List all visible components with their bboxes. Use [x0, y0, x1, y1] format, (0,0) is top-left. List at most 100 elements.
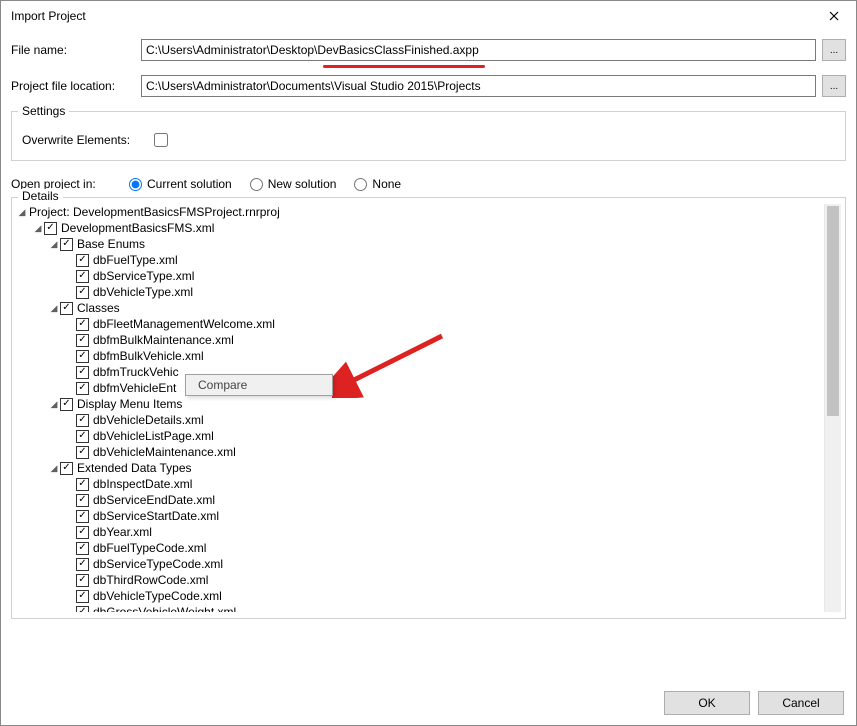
tree-label: dbVehicleTypeCode.xml: [92, 588, 222, 604]
tree-checkbox[interactable]: [76, 510, 89, 523]
tree-checkbox[interactable]: [76, 494, 89, 507]
tree-row[interactable]: ◢dbVehicleTypeCode.xml: [16, 588, 824, 604]
tree-row[interactable]: ◢dbfmTruckVehic: [16, 364, 824, 380]
tree-label: dbVehicleListPage.xml: [92, 428, 214, 444]
tree-checkbox[interactable]: [60, 462, 73, 475]
import-project-dialog: Import Project File name: ... Project fi…: [0, 0, 857, 726]
tree-label: dbServiceType.xml: [92, 268, 194, 284]
file-name-browse-button[interactable]: ...: [822, 39, 846, 61]
tree-row[interactable]: ◢dbfmBulkMaintenance.xml: [16, 332, 824, 348]
tree-row[interactable]: ◢ Classes: [16, 300, 824, 316]
tree-label: Classes: [76, 300, 120, 316]
overwrite-row: Overwrite Elements:: [22, 130, 835, 150]
tree-row[interactable]: ◢dbServiceType.xml: [16, 268, 824, 284]
tree-checkbox[interactable]: [60, 398, 73, 411]
details-group: Details ◢Project: DevelopmentBasicsFMSPr…: [11, 197, 846, 619]
tree-twisty-expanded[interactable]: ◢: [32, 220, 44, 236]
context-item-compare[interactable]: Compare: [186, 375, 332, 395]
radio-current-input[interactable]: [129, 178, 142, 191]
tree-row[interactable]: ◢dbfmBulkVehicle.xml: [16, 348, 824, 364]
tree-label: Extended Data Types: [76, 460, 192, 476]
tree-twisty-expanded[interactable]: ◢: [16, 204, 28, 220]
tree-checkbox[interactable]: [76, 590, 89, 603]
tree-checkbox[interactable]: [44, 222, 57, 235]
tree-row[interactable]: ◢dbFuelTypeCode.xml: [16, 540, 824, 556]
tree-row[interactable]: ◢dbVehicleType.xml: [16, 284, 824, 300]
tree-checkbox[interactable]: [76, 558, 89, 571]
cancel-button[interactable]: Cancel: [758, 691, 844, 715]
tree-checkbox[interactable]: [60, 238, 73, 251]
tree-checkbox[interactable]: [76, 526, 89, 539]
ok-button[interactable]: OK: [664, 691, 750, 715]
tree-row[interactable]: ◢dbServiceStartDate.xml: [16, 508, 824, 524]
tree-row[interactable]: ◢dbVehicleListPage.xml: [16, 428, 824, 444]
tree-checkbox[interactable]: [76, 606, 89, 613]
overwrite-checkbox[interactable]: [154, 133, 168, 147]
annotation-underline: [323, 65, 485, 68]
tree-row[interactable]: ◢ Display Menu Items: [16, 396, 824, 412]
tree-twisty-expanded[interactable]: ◢: [48, 300, 60, 316]
tree-row[interactable]: ◢dbfmVehicleEnt: [16, 380, 824, 396]
tree-twisty-expanded[interactable]: ◢: [48, 460, 60, 476]
file-name-input[interactable]: [141, 39, 816, 61]
tree-row[interactable]: ◢dbInspectDate.xml: [16, 476, 824, 492]
settings-legend: Settings: [18, 104, 69, 118]
radio-new-input[interactable]: [250, 178, 263, 191]
tree-checkbox[interactable]: [76, 478, 89, 491]
tree-label: dbServiceTypeCode.xml: [92, 556, 223, 572]
tree-checkbox[interactable]: [76, 318, 89, 331]
tree[interactable]: ◢Project: DevelopmentBasicsFMSProject.rn…: [16, 204, 824, 612]
tree-row[interactable]: ◢DevelopmentBasicsFMS.xml: [16, 220, 824, 236]
tree-checkbox[interactable]: [76, 446, 89, 459]
project-location-label: Project file location:: [11, 79, 141, 93]
radio-none-input[interactable]: [354, 178, 367, 191]
tree-row[interactable]: ◢dbFleetManagementWelcome.xml: [16, 316, 824, 332]
tree-row[interactable]: ◢dbVehicleDetails.xml: [16, 412, 824, 428]
form-area: File name: ... Project file location: ..…: [1, 31, 856, 627]
tree-label: dbVehicleMaintenance.xml: [92, 444, 236, 460]
tree-checkbox[interactable]: [76, 414, 89, 427]
tree-checkbox[interactable]: [76, 430, 89, 443]
tree-row[interactable]: ◢dbFuelType.xml: [16, 252, 824, 268]
tree-checkbox[interactable]: [76, 286, 89, 299]
tree-label: dbVehicleDetails.xml: [92, 412, 204, 428]
tree-label: dbfmBulkVehicle.xml: [92, 348, 204, 364]
tree-label: dbfmVehicleEnt: [92, 380, 176, 396]
radio-current-solution[interactable]: Current solution: [129, 177, 232, 191]
tree-label: Base Enums: [76, 236, 145, 252]
project-location-input[interactable]: [141, 75, 816, 97]
tree-row[interactable]: ◢dbThirdRowCode.xml: [16, 572, 824, 588]
close-button[interactable]: [811, 1, 856, 31]
project-location-browse-button[interactable]: ...: [822, 75, 846, 97]
tree-label: dbYear.xml: [92, 524, 152, 540]
tree-checkbox[interactable]: [76, 270, 89, 283]
dialog-footer: OK Cancel: [1, 683, 856, 725]
tree-label: dbFuelType.xml: [92, 252, 178, 268]
tree-row[interactable]: ◢dbYear.xml: [16, 524, 824, 540]
tree-checkbox[interactable]: [76, 382, 89, 395]
vertical-scrollbar[interactable]: [824, 204, 841, 612]
tree-checkbox[interactable]: [76, 350, 89, 363]
tree-checkbox[interactable]: [76, 542, 89, 555]
radio-new-solution[interactable]: New solution: [250, 177, 337, 191]
tree-row[interactable]: ◢dbServiceEndDate.xml: [16, 492, 824, 508]
radio-none-label: None: [372, 177, 401, 191]
tree-checkbox[interactable]: [76, 254, 89, 267]
tree-checkbox[interactable]: [76, 366, 89, 379]
tree-checkbox[interactable]: [76, 574, 89, 587]
tree-label: dbfmBulkMaintenance.xml: [92, 332, 234, 348]
radio-none[interactable]: None: [354, 177, 401, 191]
tree-checkbox[interactable]: [76, 334, 89, 347]
tree-checkbox[interactable]: [60, 302, 73, 315]
overwrite-label: Overwrite Elements:: [22, 133, 150, 147]
tree-row[interactable]: ◢ Base Enums: [16, 236, 824, 252]
tree-twisty-expanded[interactable]: ◢: [48, 396, 60, 412]
tree-row[interactable]: ◢dbGrossVehicleWeight.xml: [16, 604, 824, 612]
scroll-thumb[interactable]: [827, 206, 839, 416]
tree-row[interactable]: ◢dbVehicleMaintenance.xml: [16, 444, 824, 460]
tree-row[interactable]: ◢ Extended Data Types: [16, 460, 824, 476]
tree-row[interactable]: ◢dbServiceTypeCode.xml: [16, 556, 824, 572]
tree-twisty-expanded[interactable]: ◢: [48, 236, 60, 252]
tree-label: Display Menu Items: [76, 396, 182, 412]
tree-row[interactable]: ◢Project: DevelopmentBasicsFMSProject.rn…: [16, 204, 824, 220]
